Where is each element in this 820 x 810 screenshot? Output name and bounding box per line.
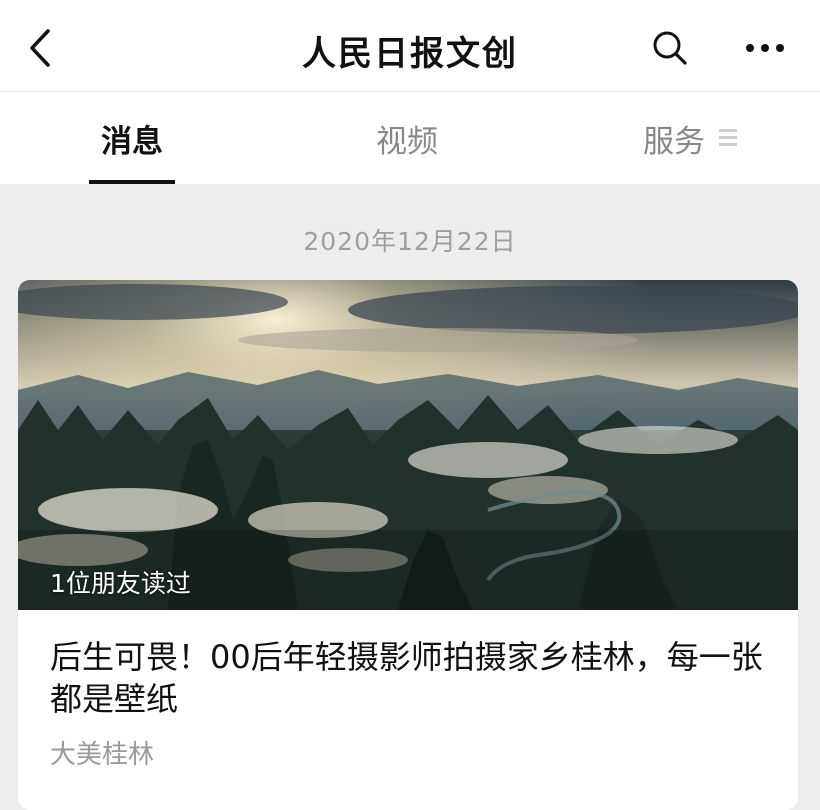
article-title[interactable]: 后生可畏！00后年轻摄影师拍摄家乡桂林，每一张都是壁纸 xyxy=(50,636,770,720)
tab-services[interactable]: 服务 xyxy=(620,92,760,184)
article-cover-image: 1位朋友读过 xyxy=(18,280,798,610)
friends-read-count: 1位朋友读过 xyxy=(50,569,191,598)
article-card[interactable]: 1位朋友读过 后生可畏！00后年轻摄影师拍摄家乡桂林，每一张都是壁纸 大美桂林 xyxy=(18,280,798,810)
search-button[interactable] xyxy=(648,28,692,68)
message-date: 2020年12月22日 xyxy=(303,227,517,256)
page-title: 人民日报文创 xyxy=(302,34,518,74)
top-nav-bar: 人民日报文创 xyxy=(0,0,820,92)
tab-bar: 消息 视频 服务 xyxy=(0,92,820,184)
menu-lines-icon xyxy=(719,129,737,147)
tab-videos-label: 视频 xyxy=(376,123,438,160)
tab-messages-label: 消息 xyxy=(101,123,163,160)
karst-mountain-landscape-photo xyxy=(18,280,798,610)
more-dots-icon xyxy=(746,44,784,52)
tab-videos[interactable]: 视频 xyxy=(345,92,469,184)
active-tab-indicator xyxy=(89,180,175,184)
more-button[interactable] xyxy=(740,28,790,68)
tab-services-label: 服务 xyxy=(643,123,705,160)
search-icon xyxy=(653,31,687,65)
article-source: 大美桂林 xyxy=(50,740,155,770)
tab-messages[interactable]: 消息 xyxy=(70,92,194,184)
